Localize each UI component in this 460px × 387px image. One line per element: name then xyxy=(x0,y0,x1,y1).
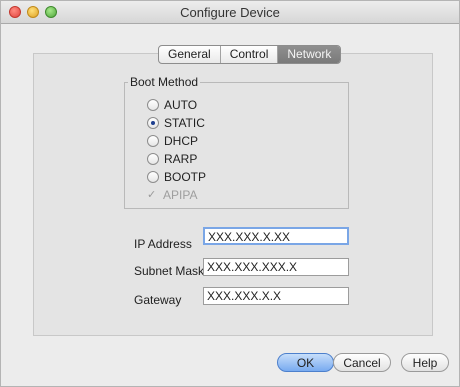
ip-address-label: IP Address xyxy=(134,237,192,251)
tab-network[interactable]: Network xyxy=(278,46,341,63)
radio-button-selected[interactable] xyxy=(147,117,159,129)
gateway-label: Gateway xyxy=(134,293,182,307)
boot-method-legend: Boot Method xyxy=(128,75,201,89)
radio-button[interactable] xyxy=(147,135,159,147)
ip-address-input[interactable]: XXX.XXX.X.XX xyxy=(203,227,349,245)
radio-option-rarp[interactable]: RARP xyxy=(147,151,197,167)
checkmark-icon: ✓ xyxy=(147,188,157,201)
radio-option-bootp[interactable]: BOOTP xyxy=(147,169,206,185)
radio-label-auto: AUTO xyxy=(164,98,198,112)
radio-option-static[interactable]: STATIC xyxy=(147,115,205,131)
cancel-button[interactable]: Cancel xyxy=(333,353,391,372)
title-bar[interactable]: Configure Device xyxy=(1,1,459,24)
radio-button[interactable] xyxy=(147,171,159,183)
configure-device-window: Configure Device General Control Network… xyxy=(0,0,460,387)
subnet-mask-input[interactable]: XXX.XXX.XXX.X xyxy=(203,258,349,276)
radio-option-auto[interactable]: AUTO xyxy=(147,97,197,113)
radio-button[interactable] xyxy=(147,99,159,111)
radio-label-rarp: RARP xyxy=(164,152,198,166)
radio-label-static: STATIC xyxy=(164,116,205,130)
help-button[interactable]: Help xyxy=(401,353,449,372)
radio-button[interactable] xyxy=(147,153,159,165)
radio-label-dhcp: DHCP xyxy=(164,134,199,148)
tab-bar: General Control Network xyxy=(158,45,342,64)
tab-general[interactable]: General xyxy=(159,46,221,63)
radio-label-bootp: BOOTP xyxy=(164,170,207,184)
apipa-label: APIPA xyxy=(163,188,198,202)
gateway-input[interactable]: XXX.XXX.X.X xyxy=(203,287,349,305)
window-title: Configure Device xyxy=(180,5,280,20)
radio-option-dhcp[interactable]: DHCP xyxy=(147,133,198,149)
subnet-mask-label: Subnet Mask xyxy=(134,264,205,278)
tab-control[interactable]: Control xyxy=(221,46,279,63)
apipa-checkbox-row: ✓ APIPA xyxy=(147,187,197,203)
ok-button[interactable]: OK xyxy=(277,353,334,372)
